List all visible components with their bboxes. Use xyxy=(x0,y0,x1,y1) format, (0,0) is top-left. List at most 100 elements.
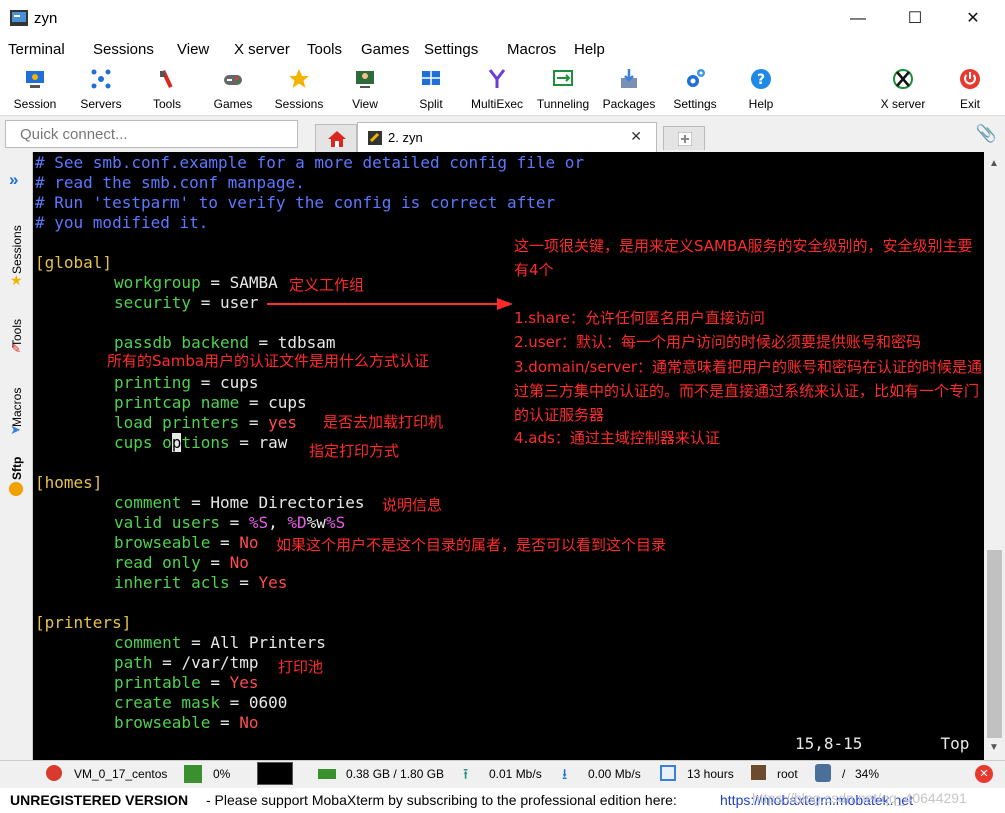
multiexec-icon xyxy=(488,69,506,88)
menu-help[interactable]: Help xyxy=(574,41,605,58)
plus-icon xyxy=(678,132,692,146)
svg-text:?: ? xyxy=(757,72,765,88)
status-upload: 0.01 Mb/s xyxy=(489,767,542,781)
session-button[interactable]: Session xyxy=(2,64,68,114)
annotation-arrow xyxy=(267,298,513,310)
tools-label: Tools xyxy=(152,97,181,111)
menu-games[interactable]: Games xyxy=(361,41,409,58)
xserver-button[interactable]: X server xyxy=(870,64,936,114)
packages-label: Packages xyxy=(602,97,656,111)
menu-settings[interactable]: Settings xyxy=(424,41,478,58)
multiexec-button[interactable]: MultiExec xyxy=(464,64,530,114)
close-status-icon[interactable]: ✕ xyxy=(975,765,993,783)
xserver-icon xyxy=(893,69,913,89)
annotation-workgroup: 定义工作组 xyxy=(289,276,365,294)
tools-icon xyxy=(160,69,173,89)
gear-icon xyxy=(687,69,705,87)
star-icon xyxy=(289,69,309,88)
sessions-button[interactable]: Sessions xyxy=(266,64,332,114)
games-button[interactable]: Games xyxy=(200,64,266,114)
close-tab-icon[interactable]: ✕ xyxy=(630,128,642,145)
menu-xserver[interactable]: X server xyxy=(234,41,290,58)
tools-wrench-icon: ✎ xyxy=(11,342,22,356)
menu-view[interactable]: View xyxy=(177,41,209,58)
split-button[interactable]: Split xyxy=(398,64,464,114)
maximize-button[interactable]: ☐ xyxy=(895,6,935,32)
quick-connect-input[interactable]: Quick connect... xyxy=(5,120,298,148)
packages-icon xyxy=(621,69,637,88)
new-tab-button[interactable] xyxy=(663,126,705,150)
config-workgroup: workgroup = SAMBA xyxy=(114,273,278,292)
annotation-security-domain: 3.domain/server：通常意味着把用户的账号和密码在认证的时候是通过第… xyxy=(514,358,983,424)
config-printers-browseable: browseable = No xyxy=(114,713,259,732)
memory-icon xyxy=(318,769,336,779)
comment-line: # Run 'testparm' to verify the config is… xyxy=(35,193,556,212)
help-button[interactable]: ? Help xyxy=(728,64,794,114)
annotation-security-share: 1.share：允许任何匿名用户直接访问 xyxy=(514,309,765,327)
view-button[interactable]: View xyxy=(332,64,398,114)
tunneling-label: Tunneling xyxy=(536,97,590,111)
tab-label: 2. zyn xyxy=(388,130,423,145)
mobaxterm-logo-icon xyxy=(10,10,28,26)
split-label: Split xyxy=(419,97,443,111)
view-icon xyxy=(356,71,374,88)
scroll-down-icon[interactable]: ▼ xyxy=(989,742,999,753)
games-label: Games xyxy=(213,97,253,111)
settings-label: Settings xyxy=(673,97,717,111)
watermark: https://blog.csdn.net/qq_40644291 xyxy=(752,790,967,806)
status-cpu: 0% xyxy=(213,767,231,781)
tools-button[interactable]: Tools xyxy=(134,64,200,114)
annotation-security-user: 2.user：默认：每一个用户访问的时候必须要提供账号和密码 xyxy=(514,333,922,351)
menu-macros[interactable]: Macros xyxy=(507,41,556,58)
upload-icon: ⭱ xyxy=(463,766,469,783)
home-tab[interactable] xyxy=(315,124,357,152)
settings-button[interactable]: Settings xyxy=(662,64,728,114)
annotation-security-ads: 4.ads：通过主域控制器来认证 xyxy=(514,429,720,447)
terminal-screen[interactable]: # See smb.conf.example for a more detail… xyxy=(33,152,984,760)
cursor-position: 15,8-15 Top xyxy=(795,734,970,753)
servers-button[interactable]: Servers xyxy=(68,64,134,114)
tunneling-button[interactable]: Tunneling xyxy=(530,64,596,114)
tab-2-zyn[interactable]: 2. zyn ✕ xyxy=(357,122,657,152)
sftp-globe-icon xyxy=(9,482,23,496)
terminal-tab-icon xyxy=(368,131,382,145)
scrollbar-thumb[interactable] xyxy=(987,550,1002,738)
close-window-button[interactable]: ✕ xyxy=(953,6,993,32)
status-uptime: 13 hours xyxy=(687,767,734,781)
menu-tools[interactable]: Tools xyxy=(307,41,342,58)
games-icon xyxy=(224,75,242,85)
config-load-printers: load printers = yes xyxy=(114,413,298,432)
status-memory: 0.38 GB / 1.80 GB xyxy=(346,767,445,781)
config-printable: printable = Yes xyxy=(114,673,259,692)
sidetab-tools[interactable]: Tools xyxy=(4,300,30,366)
annotation-cups-options: 指定打印方式 xyxy=(309,442,400,460)
vertical-scrollbar[interactable]: ▲ ▼ xyxy=(984,152,1005,760)
unregistered-label: UNREGISTERED VERSION xyxy=(10,792,189,808)
packages-button[interactable]: Packages xyxy=(596,64,662,114)
scroll-up-icon[interactable]: ▲ xyxy=(989,158,999,169)
unregistered-bar: UNREGISTERED VERSION - Please support Mo… xyxy=(0,788,1005,813)
minimize-button[interactable]: — xyxy=(838,6,878,32)
config-security: security = user xyxy=(114,293,259,312)
scroll-position: Top xyxy=(940,734,970,753)
config-printing: printing = cups xyxy=(114,373,259,392)
title-bar: zyn — ☐ ✕ xyxy=(0,0,1005,38)
comment-line: # you modified it. xyxy=(35,213,209,232)
menu-terminal[interactable]: Terminal xyxy=(8,41,65,58)
sessions-star-icon: ★ xyxy=(10,272,23,288)
collapse-sidebar-icon[interactable]: » xyxy=(9,170,18,190)
text-cursor: p xyxy=(171,433,182,452)
comment-line: # See smb.conf.example for a more detail… xyxy=(35,153,585,172)
user-icon xyxy=(751,765,766,780)
annotation-passdb: 所有的Samba用户的认证文件是用什么方式认证 xyxy=(107,352,430,370)
exit-button[interactable]: Exit xyxy=(937,64,1003,114)
tunneling-icon xyxy=(553,70,573,86)
menu-sessions[interactable]: Sessions xyxy=(93,41,154,58)
section-printers: [printers] xyxy=(35,613,132,632)
session-icon xyxy=(26,71,44,88)
attachment-icon[interactable]: 📎 xyxy=(976,124,997,144)
config-homes-comment: comment = Home Directories xyxy=(114,493,365,512)
macros-plane-icon: ➤ xyxy=(10,422,21,437)
support-message: - Please support MobaXterm by subscribin… xyxy=(206,792,677,808)
exit-label: Exit xyxy=(959,97,980,111)
